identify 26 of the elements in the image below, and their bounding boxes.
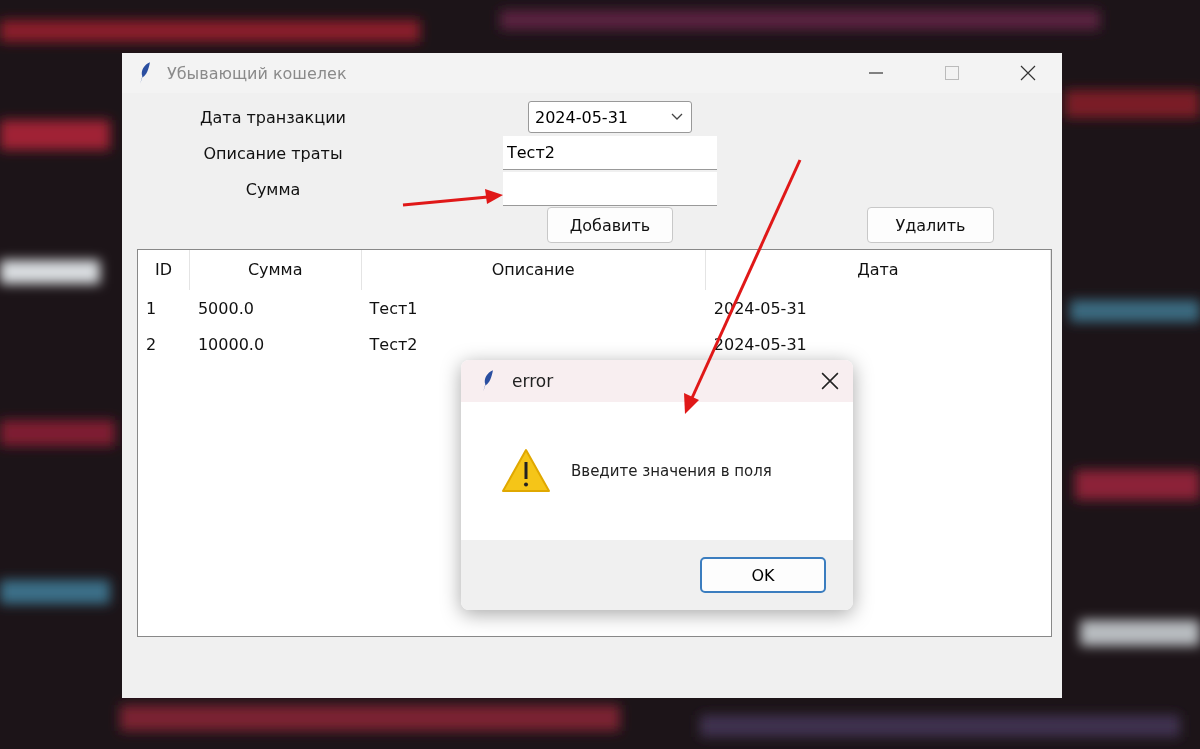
delete-button[interactable]: Удалить [867, 207, 994, 243]
table-cell: 2 [146, 334, 157, 354]
input-field[interactable] [503, 172, 717, 206]
field-label: Дата транзакции [199, 107, 347, 127]
column-header[interactable]: ID [138, 250, 190, 290]
chevron-icon [671, 113, 683, 121]
warning-icon [501, 448, 551, 494]
column-header[interactable]: Сумма [189, 250, 362, 290]
dialog-title: error [512, 371, 554, 391]
close-icon[interactable] [821, 372, 839, 390]
column-header[interactable]: Дата [705, 250, 1051, 290]
table-cell: Тест2 [369, 334, 418, 354]
window-title: Убывающий кошелек [167, 63, 347, 83]
table-cell: 1 [146, 298, 157, 318]
input-field[interactable]: Тест2 [503, 136, 717, 170]
field-label: Описание траты [202, 143, 344, 163]
table-cell: Тест1 [369, 298, 418, 318]
table-cell: 5000.0 [197, 298, 254, 318]
table-cell: 10000.0 [197, 334, 265, 354]
add-button[interactable]: Добавить [547, 207, 673, 243]
date-dropdown[interactable]: 2024-05-31 [528, 101, 692, 133]
close-icon[interactable] [1020, 65, 1036, 81]
dialog-message: Введите значения в поля [571, 462, 772, 480]
column-header[interactable]: Описание [361, 250, 706, 290]
ok-button[interactable]: OK [700, 557, 826, 593]
field-label: Сумма [244, 179, 302, 199]
